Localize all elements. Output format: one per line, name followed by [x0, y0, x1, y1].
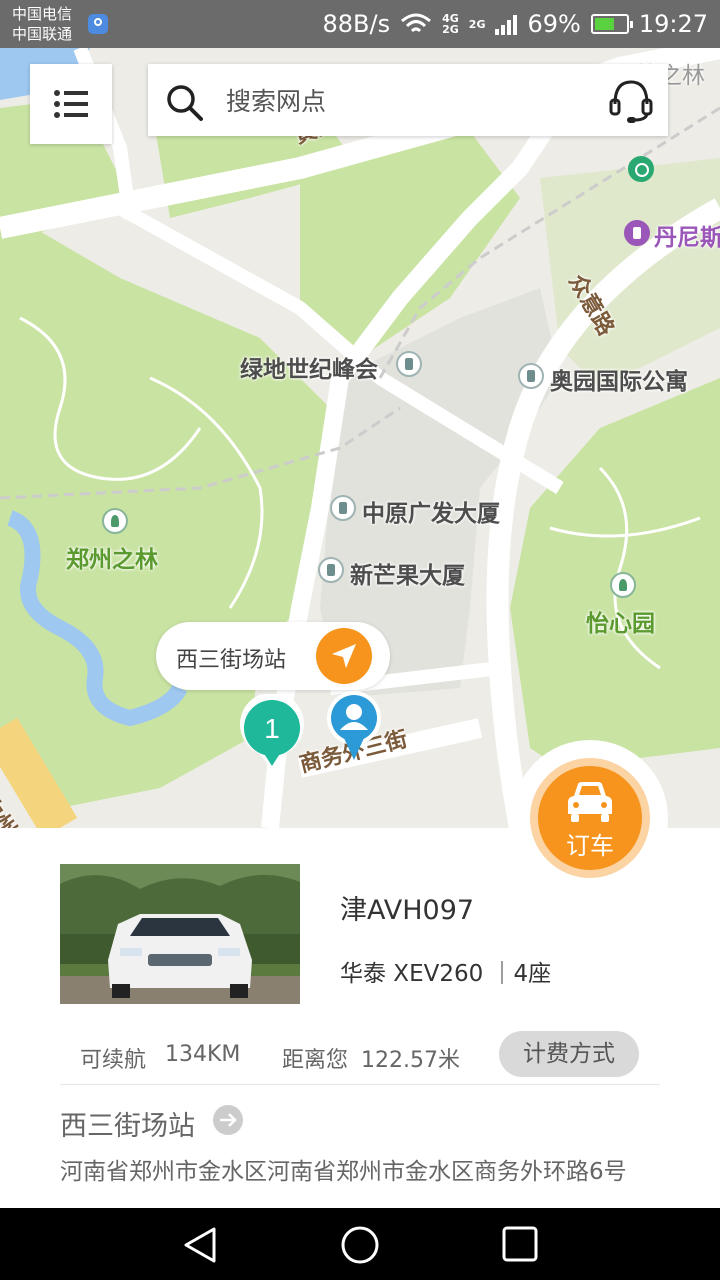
search-bar[interactable]: 搜索网点 [148, 64, 668, 136]
station-cluster-pin[interactable]: 1 [238, 694, 306, 772]
status-right: 88B/s 4G 2G 2G 69% 19:27 [323, 0, 708, 48]
recent-apps-icon[interactable] [502, 1226, 538, 1262]
search-icon [167, 85, 203, 121]
divider [60, 1084, 660, 1085]
cluster-count: 1 [264, 713, 280, 744]
location-status-icon [88, 14, 108, 34]
wifi-icon [401, 13, 432, 33]
order-car-label: 订车 [566, 832, 614, 860]
carrier-1: 中国电信 [12, 5, 73, 23]
network-type-1: 4G 2G [442, 13, 459, 35]
network-speed: 88B/s [322, 10, 391, 38]
bank-poi-icon [628, 156, 654, 182]
car-icon [568, 782, 612, 822]
map-label-lvdi: 绿地世纪峰会 [240, 357, 378, 383]
distance-label: 距离您 [282, 1048, 349, 1073]
vehicle-model: 华泰 XEV260 ｜4座 [340, 961, 552, 987]
station-bubble-label: 西三街场站 [176, 648, 287, 673]
carrier-info: 中国电信 中国联通 [12, 4, 72, 44]
navigation-arrow-icon [332, 644, 356, 668]
navigate-button[interactable] [316, 628, 372, 684]
shopping-poi-icon [624, 220, 650, 246]
back-icon[interactable] [182, 1226, 218, 1264]
network-type-2: 2G [469, 19, 486, 30]
building-poi-icon [396, 351, 422, 377]
range-value: 134KM [165, 1042, 241, 1067]
battery-level [594, 18, 615, 30]
map-label-xinmangguo: 新芒果大厦 [350, 563, 465, 589]
battery-icon [590, 14, 633, 34]
status-bar: 中国电信 中国联通 88B/s 4G 2G 2G 69% 19:27 [0, 0, 720, 48]
menu-button[interactable] [30, 64, 112, 144]
battery-percent: 69% [527, 10, 581, 38]
user-location-pin [327, 691, 381, 760]
park-poi-icon [610, 572, 636, 598]
order-car-button[interactable]: 订车 [530, 758, 650, 878]
license-plate: 津AVH097 [340, 895, 475, 926]
building-poi-icon [518, 363, 544, 389]
signal-icon [495, 13, 518, 35]
station-name[interactable]: 西三街场站 [60, 1104, 195, 1143]
station-detail-button[interactable] [213, 1105, 243, 1135]
map-label-zhongyuan: 中原广发大厦 [362, 501, 500, 527]
net-label-2g: 2G [442, 23, 459, 36]
carrier-2: 中国联通 [12, 25, 73, 43]
map-label-zhengzhou-forest: 郑州之林 [66, 547, 158, 573]
system-nav-bar [0, 1208, 720, 1280]
pricing-button[interactable]: 计费方式 [499, 1031, 639, 1077]
map-label-aoyuan: 奥园国际公寓 [550, 369, 688, 395]
building-poi-icon [318, 557, 344, 583]
search-input[interactable]: 搜索网点 [226, 82, 326, 118]
park-poi-icon [102, 508, 128, 534]
arrow-right-icon [220, 1113, 237, 1127]
station-bubble[interactable]: 西三街场站 [156, 622, 390, 690]
headset-icon[interactable] [608, 78, 654, 124]
home-icon[interactable] [340, 1226, 380, 1264]
map-label-danisi: 丹尼斯 [654, 225, 720, 251]
building-poi-icon [330, 495, 356, 521]
station-address: 河南省郑州市金水区河南省郑州市金水区商务外环路6号 [60, 1159, 627, 1185]
range-label: 可续航 [80, 1048, 147, 1073]
vehicle-photo [60, 864, 300, 1004]
list-menu-icon [54, 90, 88, 118]
distance-value: 122.57米 [361, 1048, 460, 1073]
map-label-yixin-park: 怡心园 [586, 611, 655, 637]
clock: 19:27 [638, 10, 708, 38]
net-label-2g-b: 2G [468, 17, 486, 31]
